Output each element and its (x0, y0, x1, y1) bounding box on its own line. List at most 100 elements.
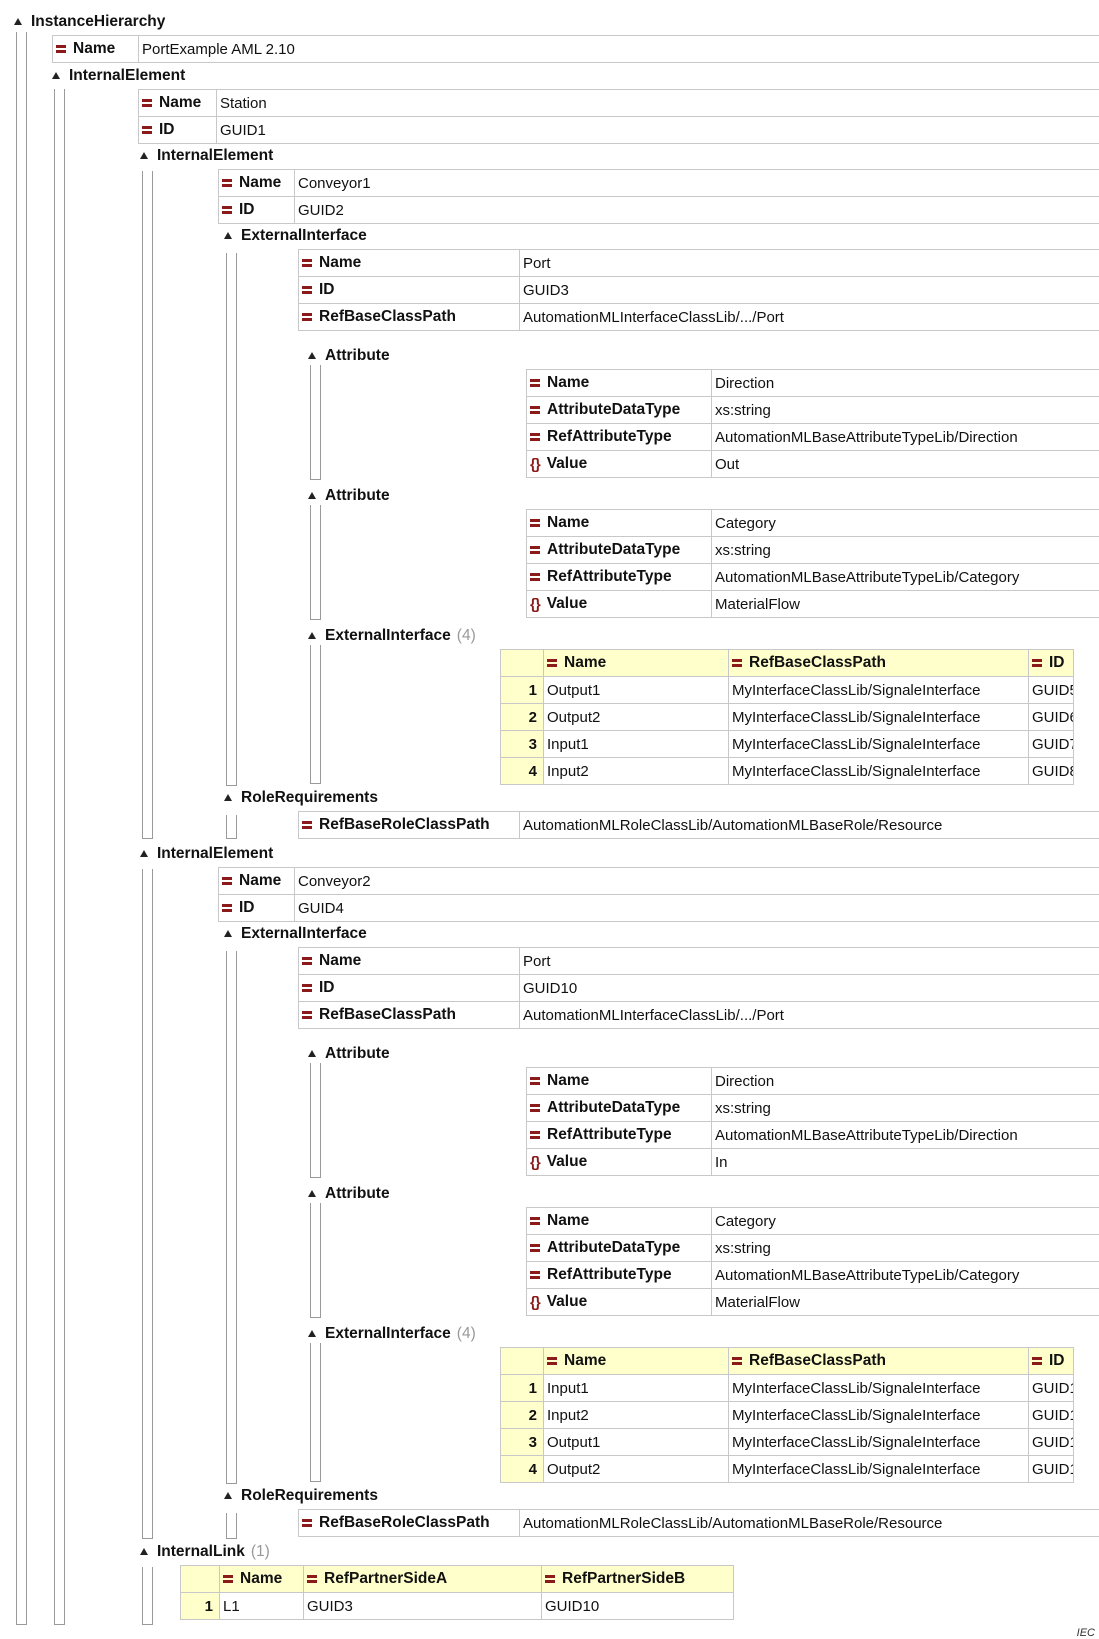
collapse-icon[interactable] (52, 72, 60, 79)
instance-hierarchy-node[interactable]: InstanceHierarchy (14, 8, 165, 35)
property-value[interactable]: AutomationMLInterfaceClassLib/.../Port (520, 304, 1099, 331)
collapse-icon[interactable] (224, 1492, 232, 1499)
table-cell[interactable]: GUID7 (1029, 731, 1074, 758)
collapse-icon[interactable] (308, 1050, 316, 1057)
table-cell[interactable]: GUID13 (1029, 1402, 1074, 1429)
column-header[interactable]: ID (1029, 650, 1074, 677)
table-cell[interactable]: MyInterfaceClassLib/SignaleInterface (729, 1429, 1029, 1456)
collapse-icon[interactable] (140, 152, 148, 159)
property-value[interactable]: GUID10 (520, 975, 1099, 1002)
property-value[interactable]: Category (712, 510, 1099, 537)
property-value[interactable]: AutomationMLBaseAttributeTypeLib/Directi… (712, 1122, 1099, 1149)
table-cell[interactable]: GUID14 (1029, 1429, 1074, 1456)
property-value[interactable]: Out (712, 451, 1099, 478)
table-cell[interactable]: Output2 (544, 1456, 729, 1483)
property-value[interactable]: GUID4 (295, 895, 1099, 922)
property-value[interactable]: Conveyor2 (295, 868, 1099, 895)
column-header[interactable]: ID (1029, 1348, 1074, 1375)
property-value[interactable]: xs:string (712, 537, 1099, 564)
table-cell[interactable]: GUID3 (304, 1593, 542, 1620)
collapse-icon[interactable] (224, 930, 232, 937)
property-value[interactable]: xs:string (712, 1095, 1099, 1122)
property-value[interactable]: xs:string (712, 397, 1099, 424)
attribute-node[interactable]: Attribute (308, 342, 390, 369)
collapse-icon[interactable] (14, 18, 22, 25)
external-interface-node[interactable]: ExternalInterface (224, 222, 367, 249)
property-value[interactable]: AutomationMLBaseAttributeTypeLib/Categor… (712, 564, 1099, 591)
property-value[interactable]: GUID1 (217, 117, 1099, 144)
attribute-node[interactable]: Attribute (308, 1040, 390, 1067)
external-interface-node[interactable]: ExternalInterface (4) (308, 1320, 476, 1347)
external-interface-node[interactable]: ExternalInterface (224, 920, 367, 947)
node-label: RoleRequirements (241, 788, 378, 806)
column-header[interactable]: Name (544, 650, 729, 677)
collapse-icon[interactable] (308, 632, 316, 639)
table-cell[interactable]: MyInterfaceClassLib/SignaleInterface (729, 1375, 1029, 1402)
node-label: InternalElement (157, 146, 274, 164)
internal-element-node[interactable]: InternalElement (140, 142, 273, 169)
role-requirements-node[interactable]: RoleRequirements (224, 784, 378, 811)
property-value[interactable]: Direction (712, 370, 1099, 397)
property-value[interactable]: Conveyor1 (295, 170, 1099, 197)
collapse-icon[interactable] (224, 232, 232, 239)
table-cell[interactable]: MyInterfaceClassLib/SignaleInterface (729, 704, 1029, 731)
column-header[interactable]: Name (544, 1348, 729, 1375)
table-cell[interactable]: L1 (220, 1593, 304, 1620)
table-cell[interactable]: MyInterfaceClassLib/SignaleInterface (729, 677, 1029, 704)
table-cell[interactable]: GUID8 (1029, 758, 1074, 785)
column-header[interactable]: RefBaseClassPath (729, 1348, 1029, 1375)
property-value[interactable]: GUID2 (295, 197, 1099, 224)
collapse-icon[interactable] (308, 1190, 316, 1197)
tree-rail (310, 1203, 321, 1318)
table-cell[interactable]: Output2 (544, 704, 729, 731)
column-header[interactable]: RefBaseClassPath (729, 650, 1029, 677)
property-value[interactable]: PortExample AML 2.10 (139, 36, 1099, 63)
collapse-icon[interactable] (224, 794, 232, 801)
collapse-icon[interactable] (308, 352, 316, 359)
table-cell[interactable]: GUID10 (542, 1593, 734, 1620)
property-value[interactable]: MaterialFlow (712, 591, 1099, 618)
table-cell[interactable]: MyInterfaceClassLib/SignaleInterface (729, 731, 1029, 758)
property-value[interactable]: AutomationMLRoleClassLib/AutomationMLBas… (520, 812, 1099, 839)
property-value[interactable]: Port (520, 250, 1099, 277)
table-cell[interactable]: Input2 (544, 758, 729, 785)
table-cell[interactable]: Input1 (544, 1375, 729, 1402)
property-value[interactable]: MaterialFlow (712, 1289, 1099, 1316)
external-interface-node[interactable]: ExternalInterface (4) (308, 622, 476, 649)
table-cell[interactable]: GUID6 (1029, 704, 1074, 731)
property-value[interactable]: Port (520, 948, 1099, 975)
internal-element-node[interactable]: InternalElement (140, 840, 273, 867)
attribute-node[interactable]: Attribute (308, 482, 390, 509)
internal-element-node[interactable]: InternalElement (52, 62, 185, 89)
collapse-icon[interactable] (308, 1330, 316, 1337)
column-header[interactable]: RefPartnerSideA (304, 1566, 542, 1593)
collapse-icon[interactable] (308, 492, 316, 499)
property-value[interactable]: Direction (712, 1068, 1099, 1095)
property-value[interactable]: AutomationMLRoleClassLib/AutomationMLBas… (520, 1510, 1099, 1537)
table-cell[interactable]: MyInterfaceClassLib/SignaleInterface (729, 1402, 1029, 1429)
property-value[interactable]: Station (217, 90, 1099, 117)
property-value[interactable]: In (712, 1149, 1099, 1176)
internal-link-node[interactable]: InternalLink (1) (140, 1538, 270, 1565)
property-value[interactable]: AutomationMLInterfaceClassLib/.../Port (520, 1002, 1099, 1029)
table-cell[interactable]: Input2 (544, 1402, 729, 1429)
table-cell[interactable]: Output1 (544, 1429, 729, 1456)
property-value[interactable]: xs:string (712, 1235, 1099, 1262)
table-cell[interactable]: Output1 (544, 677, 729, 704)
attribute-node[interactable]: Attribute (308, 1180, 390, 1207)
table-cell[interactable]: MyInterfaceClassLib/SignaleInterface (729, 1456, 1029, 1483)
table-cell[interactable]: Input1 (544, 731, 729, 758)
role-requirements-node[interactable]: RoleRequirements (224, 1482, 378, 1509)
table-cell[interactable]: GUID12 (1029, 1375, 1074, 1402)
table-cell[interactable]: GUID5 (1029, 677, 1074, 704)
column-header[interactable]: RefPartnerSideB (542, 1566, 734, 1593)
table-cell[interactable]: GUID15 (1029, 1456, 1074, 1483)
collapse-icon[interactable] (140, 1548, 148, 1555)
collapse-icon[interactable] (140, 850, 148, 857)
column-header[interactable]: Name (220, 1566, 304, 1593)
property-value[interactable]: AutomationMLBaseAttributeTypeLib/Categor… (712, 1262, 1099, 1289)
table-cell[interactable]: MyInterfaceClassLib/SignaleInterface (729, 758, 1029, 785)
property-value[interactable]: GUID3 (520, 277, 1099, 304)
property-value[interactable]: Category (712, 1208, 1099, 1235)
property-value[interactable]: AutomationMLBaseAttributeTypeLib/Directi… (712, 424, 1099, 451)
